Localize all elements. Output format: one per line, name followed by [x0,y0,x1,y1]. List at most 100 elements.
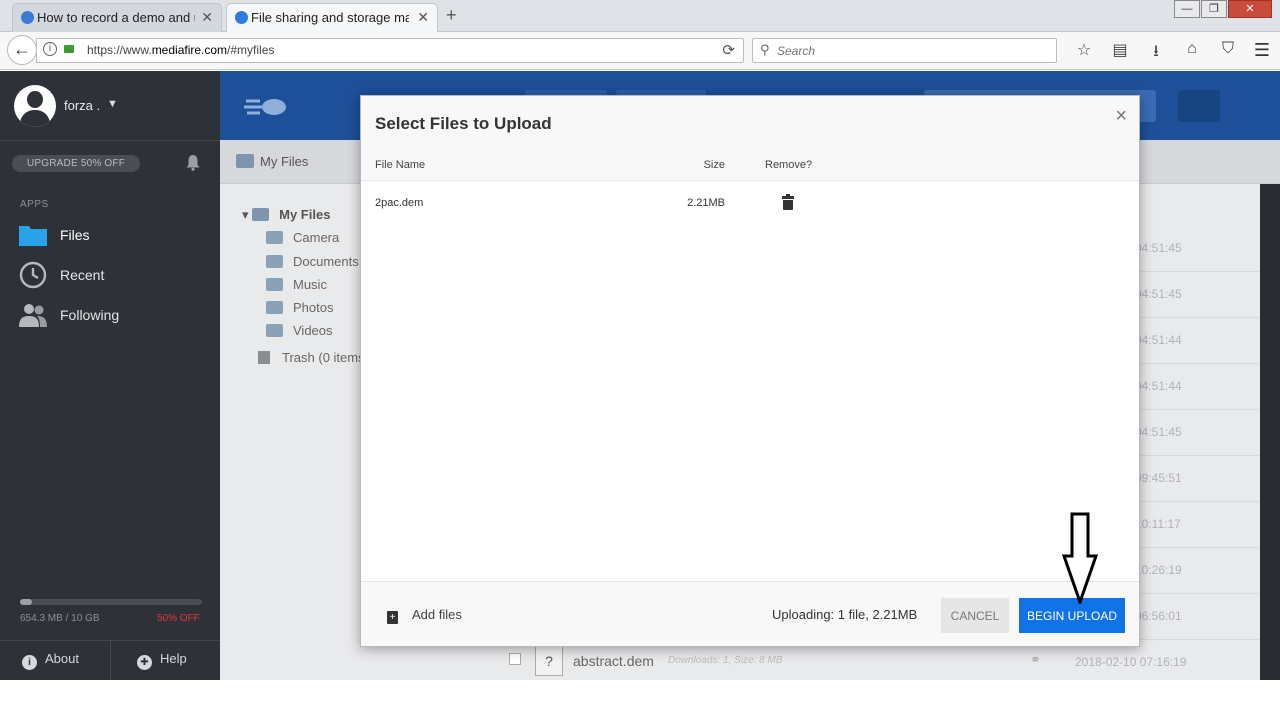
tree-item-my-files[interactable]: ▾ My Files [242,207,330,223]
sidebar-item-following[interactable]: Following [18,301,208,331]
row-time: 06:56:01 [1135,609,1182,623]
sidebar-item-recent[interactable]: Recent [18,261,208,291]
trash-icon [258,351,270,364]
row-time: 04:51:44 [1135,379,1182,393]
apps-heading: APPS [20,199,49,210]
about-label: About [45,651,79,666]
storage-usage-text: 654.3 MB / 10 GB [20,613,100,624]
upload-file-row: 2pac.dem 2.21MB [361,182,1139,226]
minimize-icon[interactable]: — [1174,0,1200,18]
breadcrumb-item[interactable]: My Files [260,154,308,169]
hamburger-menu-icon[interactable]: ☰ [1254,40,1270,61]
info-icon: i [22,655,37,670]
share-link-icon[interactable]: ⚭ [1030,652,1041,668]
download-arrow-icon[interactable]: ⭳ [1138,40,1174,67]
help-link[interactable]: ✚ Help [137,651,187,670]
site-favicon-icon [21,11,34,24]
upload-status-text: Uploading: 1 file, 2.21MB [772,607,918,622]
tab-title: How to record a demo and u [37,10,195,25]
storage-progress-fill [20,599,32,605]
trash-icon[interactable] [782,194,794,210]
sidebar-item-label: Files [60,227,90,243]
upload-file-name: 2pac.dem [375,197,424,209]
tree-item-music[interactable]: Music [266,277,327,292]
window-close-icon[interactable]: ✕ [1228,0,1272,18]
dialog-footer: + Add files Uploading: 1 file, 2.21MB CAN… [361,581,1139,646]
url-text: https://www.mediafire.com/#myfiles [87,43,275,57]
file-date: 2018-02-10 07:16:19 [1075,655,1187,669]
row-time: 10:26:19 [1135,563,1182,577]
tree-item-videos[interactable]: Videos [266,323,333,338]
bookmark-star-icon[interactable]: ☆ [1066,40,1102,67]
tab-close-icon[interactable]: ✕ [417,4,429,31]
padlock-icon [64,45,74,53]
search-input[interactable] [777,42,1047,59]
clock-icon [19,261,47,289]
tab-close-icon[interactable]: ✕ [201,4,213,31]
add-files-label: Add files [412,607,462,622]
bell-icon[interactable] [185,154,201,171]
column-header-size: Size [703,159,725,171]
back-arrow-icon[interactable]: ← [7,35,37,65]
storage-offer-link[interactable]: 50% OFF [157,613,200,624]
people-icon [19,304,47,327]
scrollbar[interactable] [1260,184,1280,680]
unknown-file-icon: ? [535,646,563,676]
sidebar-item-files[interactable]: Files [18,221,208,251]
list-view-icon[interactable] [1178,90,1220,122]
mediafire-favicon-icon [235,11,248,24]
storage-progress-bar [20,599,202,605]
sidebar-footer: i About ✚ Help [0,640,220,681]
pocket-icon[interactable]: ⛉ [1210,40,1246,67]
divider [110,641,111,681]
browser-tab[interactable]: How to record a demo and u ✕ [12,3,222,32]
address-bar[interactable]: i https://www.mediafire.com/#myfiles ⟳ [36,38,744,63]
cancel-button[interactable]: CANCEL [941,598,1009,633]
tab-title: File sharing and storage mad [251,10,409,25]
mediafire-logo-icon [244,99,286,115]
close-icon[interactable]: × [1115,105,1127,128]
browser-tab-active[interactable]: File sharing and storage mad ✕ [226,3,438,32]
row-time: 04:51:45 [1135,241,1182,255]
folder-icon [236,154,254,168]
dialog-header: Select Files to Upload × [361,96,1139,146]
site-info-icon[interactable]: i [43,42,57,56]
about-link[interactable]: i About [22,651,79,670]
tree-item-camera[interactable]: Camera [266,230,339,245]
toolbar-icons: ☆ ▤ ⭳ ⌂ ⛉ [1066,40,1246,67]
tree-item-documents[interactable]: Documents [266,254,359,269]
add-files-button[interactable]: + Add files [387,607,462,624]
row-time: 10:11:17 [1135,517,1181,531]
row-time: 04:51:45 [1135,287,1182,301]
row-checkbox[interactable] [509,653,521,665]
restore-icon[interactable]: ❐ [1201,0,1227,18]
row-time: 04:51:44 [1135,333,1182,347]
upgrade-button[interactable]: UPGRADE 50% OFF [12,155,140,172]
search-icon: ⚲ [760,42,770,57]
tree-item-photos[interactable]: Photos [266,300,333,315]
window-controls: — ❐ ✕ [1173,0,1272,18]
down-arrow-annotation-icon [1062,512,1098,604]
sidebar-item-label: Following [60,307,120,323]
tree-item-trash[interactable]: Trash (0 items [258,350,365,365]
upload-dialog: Select Files to Upload × File Name Size … [360,95,1140,647]
upload-file-size: 2.21MB [687,197,725,209]
column-header-name: File Name [375,159,426,171]
caret-down-icon[interactable]: ▼ [107,98,118,110]
dialog-title: Select Files to Upload [375,114,552,133]
reading-list-icon[interactable]: ▤ [1102,40,1138,67]
file-name[interactable]: abstract.dem [573,653,654,669]
folder-tree: ▾ My Files Camera Documents Music Photos… [220,184,365,680]
avatar [14,85,56,127]
row-time: 09:45:51 [1135,471,1182,485]
home-icon[interactable]: ⌂ [1174,40,1210,67]
page-bottom-strip [0,680,1280,720]
reload-icon[interactable]: ⟳ [722,41,735,59]
folder-icon [19,226,47,246]
username: forza . [64,98,101,113]
browser-tab-bar: How to record a demo and u ✕ File sharin… [0,0,1280,32]
new-tab-icon[interactable]: + [446,5,457,26]
lifebuoy-icon: ✚ [137,655,152,670]
column-header-remove: Remove? [765,159,813,171]
browser-search-box[interactable]: ⚲ [752,38,1057,63]
